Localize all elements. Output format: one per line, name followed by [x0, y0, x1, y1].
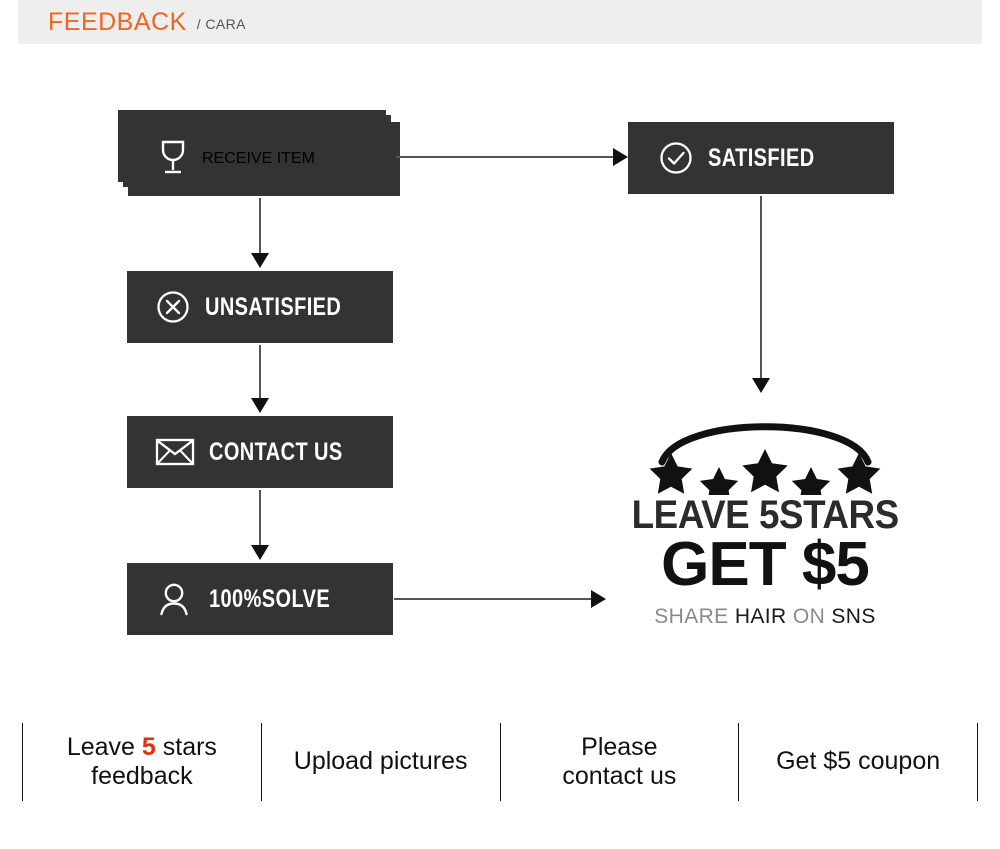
bottom-summary-bar: Leave 5 stars feedback Upload pictures Pl…	[0, 712, 1000, 812]
five-stars-arc-icon	[649, 423, 881, 495]
bottom-item-3-text: Get $5 coupon	[776, 747, 941, 776]
page-subtitle: / CARA	[196, 16, 246, 32]
page-title: FEEDBACK	[48, 7, 187, 36]
flow-node-receive-item[interactable]: RECEIVE ITEM	[118, 110, 400, 196]
promo-line3-sns: SNS	[831, 604, 876, 628]
bottom-item-0-post: stars	[155, 732, 217, 761]
check-circle-icon	[658, 140, 694, 176]
bottom-item-get-5-coupon[interactable]: Get $5 coupon	[739, 712, 977, 812]
unsatisfied-label: UNSATISFIED	[205, 292, 342, 321]
bottom-item-0-pre: Leave	[66, 732, 142, 761]
bottom-item-1-text: Upload pictures	[293, 747, 468, 776]
bottom-item-0-text: Leave 5 stars feedback	[67, 733, 217, 792]
bottom-item-0-line2: feedback	[91, 762, 193, 790]
solve-label: 100%SOLVE	[209, 584, 331, 613]
bottom-item-please-contact-us[interactable]: Please contact us	[501, 712, 739, 812]
header-content: FEEDBACK / CARA	[48, 0, 246, 44]
bottom-item-leave-5-stars-feedback[interactable]: Leave 5 stars feedback	[23, 712, 261, 812]
flow-node-unsatisfied[interactable]: UNSATISFIED	[127, 271, 393, 343]
satisfied-label: SATISFIED	[708, 143, 815, 172]
x-circle-icon	[155, 289, 191, 325]
envelope-icon	[155, 437, 195, 467]
bottom-right-spacer	[978, 712, 1000, 812]
flow-node-solve[interactable]: 100%SOLVE	[127, 563, 393, 635]
bottom-item-0-highlight: 5	[141, 732, 156, 761]
bottom-item-upload-pictures[interactable]: Upload pictures	[262, 712, 500, 812]
arrow-receive-to-unsatisfied	[251, 198, 269, 268]
promo-line-1: LEAVE 5STARS	[631, 493, 900, 537]
contact-us-label: CONTACT US	[209, 437, 343, 466]
promo-line-3: SHARE HAIR ON SNS	[620, 605, 910, 629]
promo-line3-hair: HAIR	[734, 604, 787, 628]
promo-block: LEAVE 5STARS GET $5 SHARE HAIR ON SNS	[620, 405, 910, 629]
arrow-contact-to-solve	[251, 490, 269, 560]
promo-line-2: GET $5	[661, 529, 870, 599]
bottom-item-2-line2: contact us	[562, 762, 677, 790]
receive-item-card[interactable]: RECEIVE ITEM	[128, 122, 400, 196]
arrow-receive-to-satisfied	[396, 148, 628, 166]
arrow-unsatisfied-to-contact	[251, 345, 269, 413]
page-header: FEEDBACK / CARA	[18, 0, 982, 44]
flow-node-satisfied[interactable]: SATISFIED	[628, 122, 894, 194]
bottom-item-2-pre: Please	[581, 732, 658, 761]
bottom-item-2-text: Please contact us	[562, 733, 676, 792]
person-icon	[157, 581, 191, 617]
promo-line3-on: ON	[786, 604, 832, 628]
flow-node-contact-us[interactable]: CONTACT US	[127, 416, 393, 488]
receive-item-label: RECEIVE ITEM	[202, 150, 315, 167]
arrow-solve-to-promo	[394, 590, 606, 608]
bottom-left-spacer	[0, 712, 22, 812]
arrow-satisfied-to-promo	[752, 196, 770, 393]
feedback-infographic-page: FEEDBACK / CARA RECEIVE ITEM SATISFIED U…	[0, 0, 1000, 849]
promo-line3-share: SHARE	[654, 604, 735, 628]
wine-glass-icon	[158, 138, 188, 181]
